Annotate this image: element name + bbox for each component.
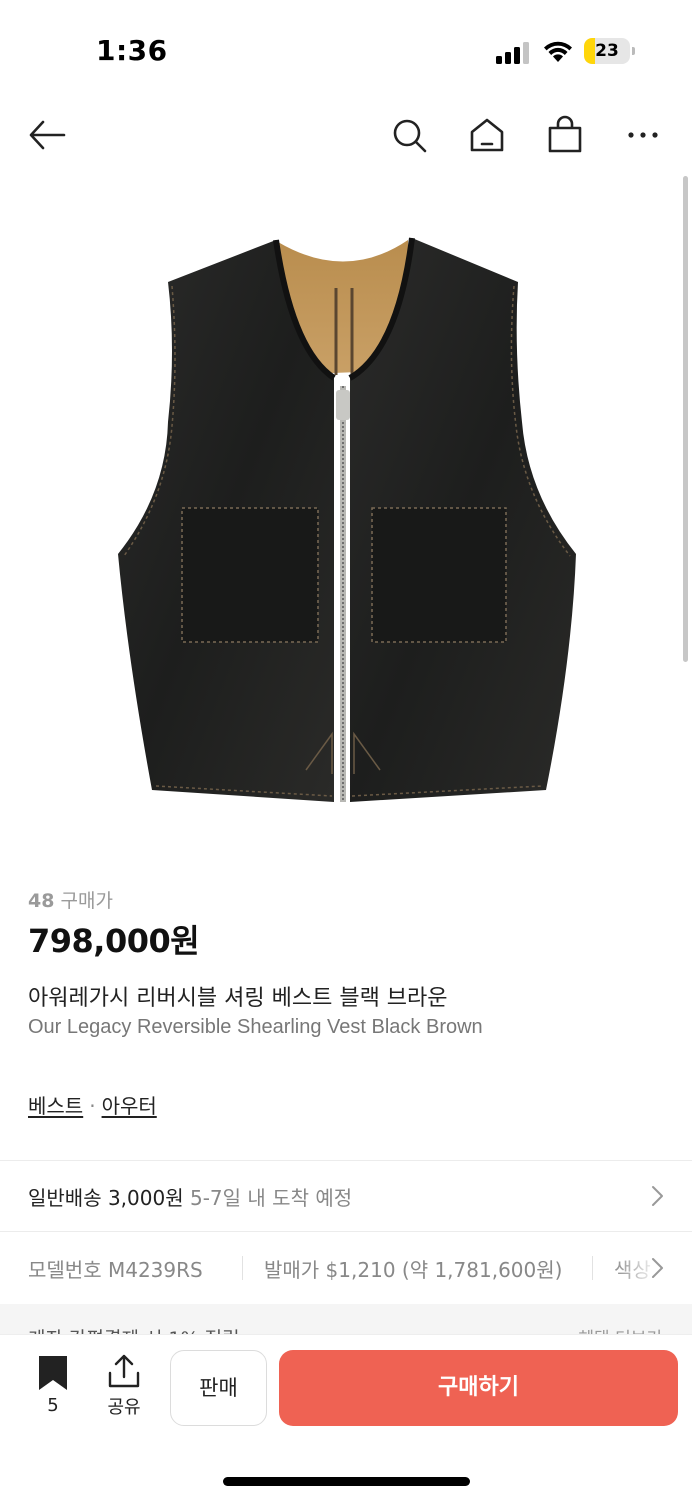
shipping-fee: 일반배송 3,000원	[28, 1186, 184, 1210]
nav-bar	[0, 100, 692, 170]
trade-count-value: 48	[28, 890, 55, 912]
model-number: 모델번호 M4239RS	[28, 1258, 203, 1282]
product-spec-row[interactable]: 모델번호 M4239RS 발매가 $1,210 (약 1,781,600원) 색…	[0, 1232, 692, 1302]
battery-icon: 23	[584, 38, 636, 64]
category-link-vest[interactable]: 베스트	[28, 1094, 83, 1118]
cellular-signal-icon	[496, 42, 529, 64]
spec-separator	[242, 1256, 243, 1280]
chevron-right-icon	[652, 1258, 663, 1278]
category-separator: ·	[89, 1094, 96, 1118]
share-button[interactable]: 공유	[98, 1353, 150, 1421]
bookmark-icon	[39, 1356, 67, 1390]
status-bar: 1:36 23	[0, 0, 692, 100]
category-link-outer[interactable]: 아우터	[102, 1094, 157, 1118]
share-icon	[108, 1354, 140, 1388]
shipping-info: 일반배송 3,000원 5-7일 내 도착 예정	[28, 1182, 352, 1211]
category-breadcrumb: 베스트 · 아우터	[28, 1090, 157, 1119]
product-title-en: Our Legacy Reversible Shearling Vest Bla…	[28, 1016, 483, 1038]
product-price: 798,000원	[28, 922, 200, 960]
product-image[interactable]	[0, 190, 692, 850]
status-time: 1:36	[96, 34, 168, 67]
vest-photo	[118, 237, 576, 802]
shipping-eta: 5-7일 내 도착 예정	[189, 1186, 353, 1210]
buy-button[interactable]: 구매하기	[279, 1350, 678, 1426]
release-price: 발매가 $1,210 (약 1,781,600원)	[264, 1258, 563, 1282]
home-icon[interactable]	[466, 114, 508, 156]
bottom-action-bar: 5 공유 판매 구매하기	[0, 1334, 692, 1500]
product-title-ko: 아워레가시 리버시블 셔링 베스트 블랙 브라운	[28, 986, 448, 1011]
sell-button[interactable]: 판매	[170, 1350, 267, 1426]
search-icon[interactable]	[388, 114, 430, 156]
share-label: 공유	[107, 1397, 141, 1418]
shopping-bag-icon[interactable]	[544, 114, 586, 156]
chevron-right-icon	[652, 1186, 663, 1206]
spec-separator	[592, 1256, 593, 1280]
more-icon[interactable]	[622, 114, 664, 156]
bookmark-button[interactable]: 5	[30, 1355, 76, 1421]
trade-count-label: 구매가	[60, 890, 113, 912]
back-arrow-icon[interactable]	[26, 114, 68, 156]
battery-percent: 23	[595, 41, 619, 61]
trade-count: 48 구매가	[28, 886, 113, 913]
wifi-icon	[544, 41, 572, 62]
bookmark-count: 5	[47, 1395, 59, 1416]
shipping-row[interactable]: 일반배송 3,000원 5-7일 내 도착 예정	[0, 1162, 692, 1230]
home-indicator[interactable]	[223, 1477, 470, 1486]
divider	[0, 1160, 692, 1161]
